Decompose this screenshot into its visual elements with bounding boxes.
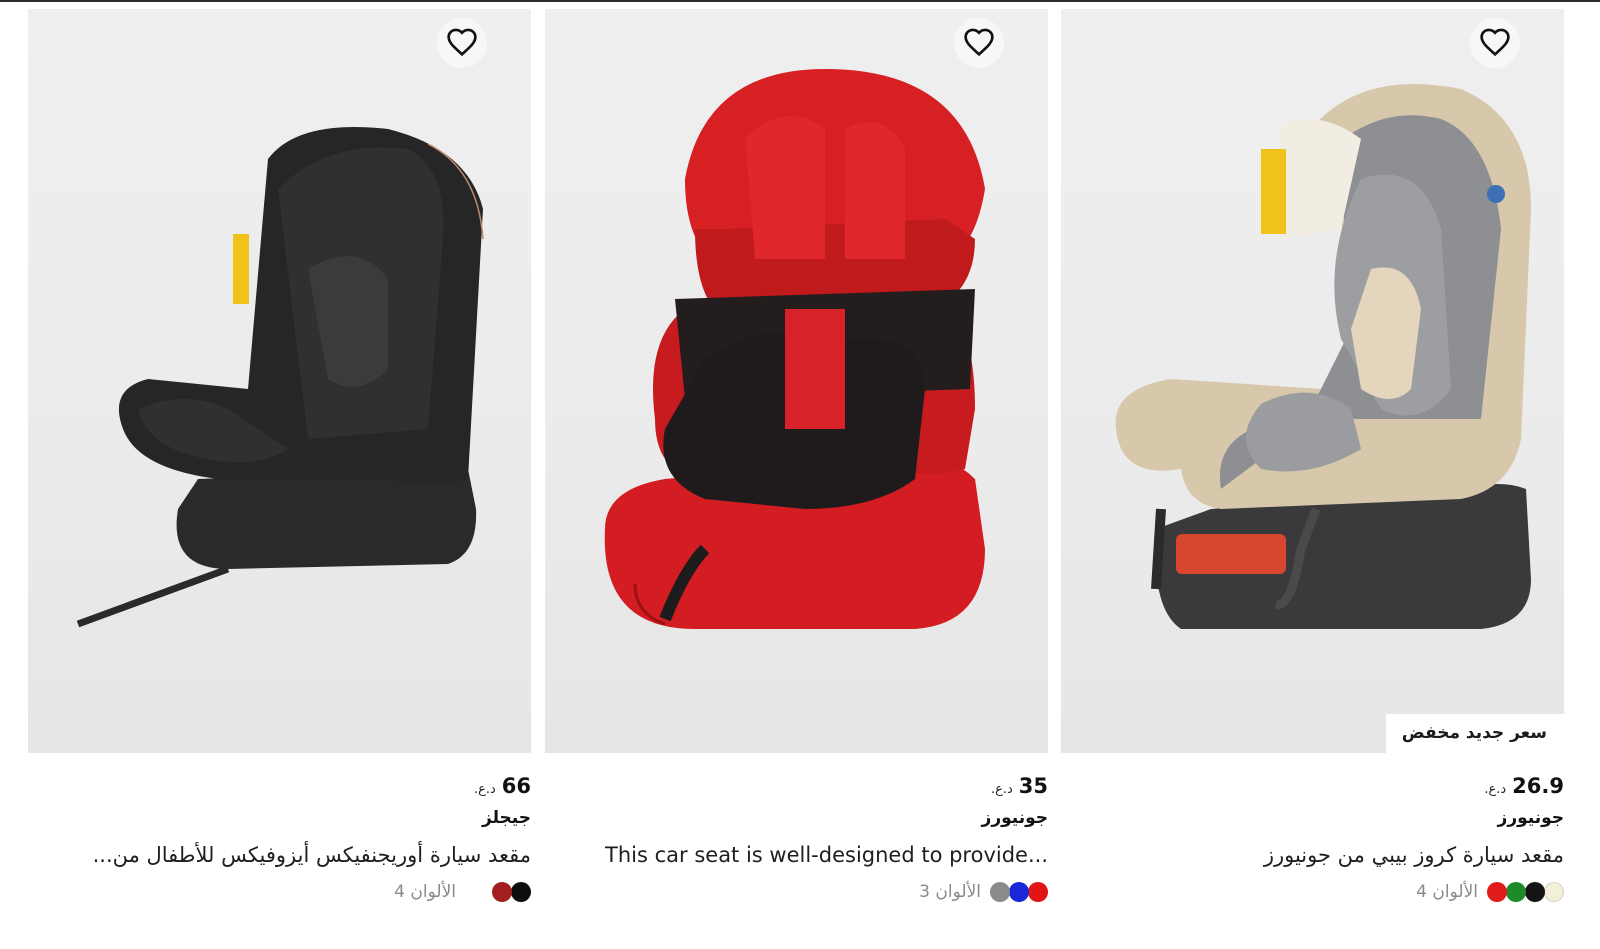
colors-count: الألوان 4 [394,882,456,902]
colors-count: الألوان 4 [1416,882,1478,902]
car-seat-image [1115,84,1531,629]
product-brand[interactable]: جونيورز [1498,808,1564,828]
color-swatch[interactable] [1009,882,1029,902]
currency-label: د.ع. [473,782,496,797]
product-card[interactable]: 66د.ع. جيجلز مقعد سيارة أوريجنفيكس أيزوف… [28,9,531,939]
color-swatches: الألوان 4 [1416,881,1564,903]
product-image[interactable]: سعر جديد مخفض [1061,9,1564,753]
product-price: 35د.ع. [990,774,1048,798]
favorite-button[interactable] [437,18,487,68]
product-title[interactable]: مقعد سيارة أوريجنفيكس أيزوفيكس للأطفال م… [93,843,531,867]
product-card[interactable]: 35د.ع. جونيورز This car seat is well-des… [545,9,1048,939]
car-seat-image [604,69,985,629]
color-swatch[interactable] [1544,882,1564,902]
color-swatch[interactable] [1487,882,1507,902]
color-swatches: الألوان 3 [919,881,1048,903]
favorite-button[interactable] [954,18,1004,68]
heart-outline-icon [447,28,477,57]
color-swatches: الألوان 4 [394,881,531,903]
color-swatch[interactable] [492,882,512,902]
currency-label: د.ع. [1484,782,1507,797]
heart-outline-icon [964,28,994,57]
currency-label: د.ع. [990,782,1013,797]
product-brand[interactable]: جيجلز [482,808,531,828]
heart-outline-icon [1480,28,1510,57]
product-title[interactable]: This car seat is well-designed to provid… [605,843,1048,867]
color-swatch[interactable] [511,882,531,902]
color-swatch[interactable] [1028,882,1048,902]
product-brand[interactable]: جونيورز [982,808,1048,828]
car-seat-image [76,127,484,628]
product-title[interactable]: مقعد سيارة كروز بيبي من جونيورز [1264,843,1564,867]
product-price: 66د.ع. [473,774,531,798]
color-swatch[interactable] [990,882,1010,902]
product-card[interactable]: سعر جديد مخفض 26.9د.ع. جونيورز مقعد سيار… [1061,9,1564,939]
product-grid: سعر جديد مخفض 26.9د.ع. جونيورز مقعد سيار… [28,9,1564,939]
top-divider [0,0,1600,2]
product-image[interactable] [28,9,531,753]
color-swatch[interactable] [1525,882,1545,902]
colors-count: الألوان 3 [919,882,981,902]
product-price: 26.9د.ع. [1484,774,1564,798]
color-swatch[interactable] [1506,882,1526,902]
discount-badge: سعر جديد مخفض [1385,714,1564,753]
favorite-button[interactable] [1470,18,1520,68]
product-image[interactable] [545,9,1048,753]
